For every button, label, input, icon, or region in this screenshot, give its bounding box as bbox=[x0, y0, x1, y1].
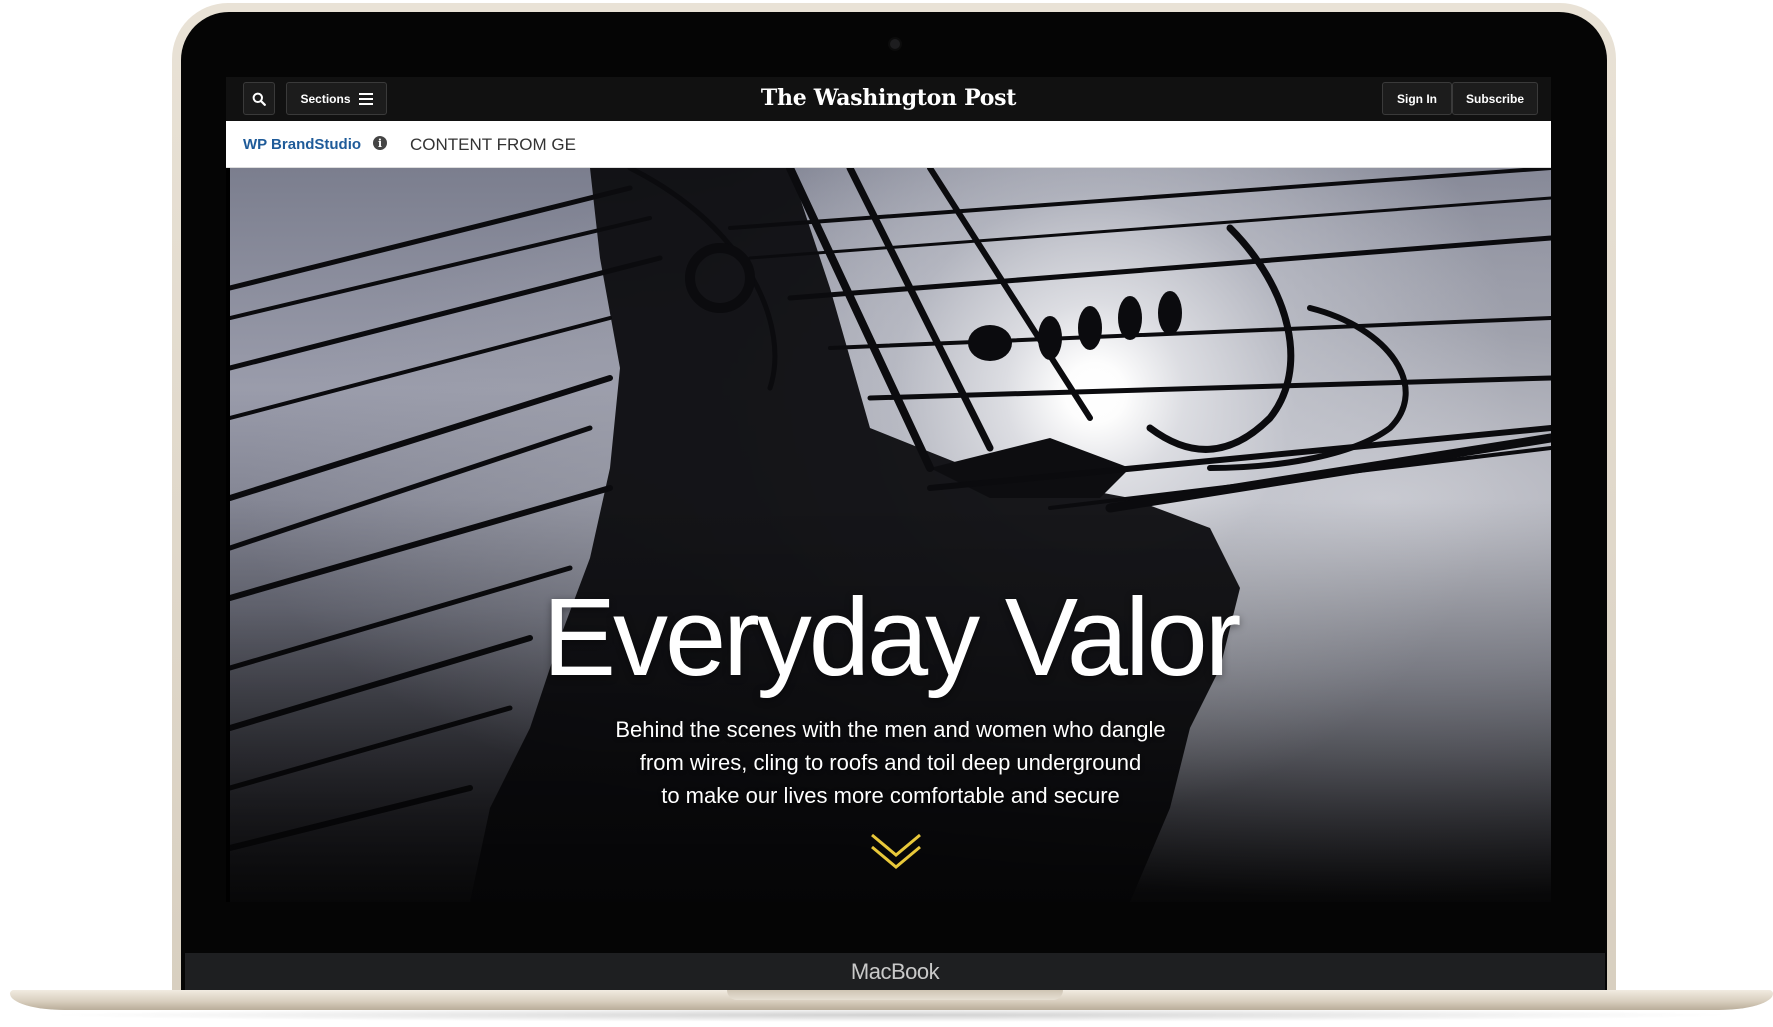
browser-screen: Sections The Washington Post Sign In Sub… bbox=[226, 77, 1551, 902]
laptop-shadow bbox=[40, 1008, 1740, 1022]
hero-banner: Everyday Valor Behind the scenes with th… bbox=[230, 168, 1551, 902]
camera-icon bbox=[890, 39, 900, 49]
subscribe-button[interactable]: Subscribe bbox=[1452, 82, 1538, 115]
sponsor-label: CONTENT FROM GE bbox=[410, 135, 576, 154]
laptop-hinge-notch bbox=[727, 990, 1063, 1000]
top-navigation-bar: Sections The Washington Post Sign In Sub… bbox=[226, 77, 1551, 121]
device-label: MacBook bbox=[850, 959, 940, 984]
hero-subtitle: Behind the scenes with the men and women… bbox=[230, 713, 1551, 812]
laptop-chin: MacBook bbox=[185, 953, 1605, 990]
sign-in-button[interactable]: Sign In bbox=[1382, 82, 1452, 115]
info-icon[interactable]: i bbox=[373, 136, 387, 150]
chevron-down-double-icon[interactable] bbox=[868, 831, 924, 871]
brandstudio-link[interactable]: WP BrandStudio bbox=[243, 136, 361, 153]
site-logo[interactable]: The Washington Post bbox=[226, 85, 1551, 111]
hero-title: Everyday Valor bbox=[542, 576, 1242, 699]
sponsor-bar: WP BrandStudio i CONTENT FROM GE bbox=[226, 121, 1551, 168]
hero-subtitle-line: Behind the scenes with the men and women… bbox=[615, 717, 1166, 742]
hero-subtitle-line: from wires, cling to roofs and toil deep… bbox=[639, 750, 1142, 775]
hero-subtitle-line: to make our lives more comfortable and s… bbox=[661, 783, 1120, 808]
